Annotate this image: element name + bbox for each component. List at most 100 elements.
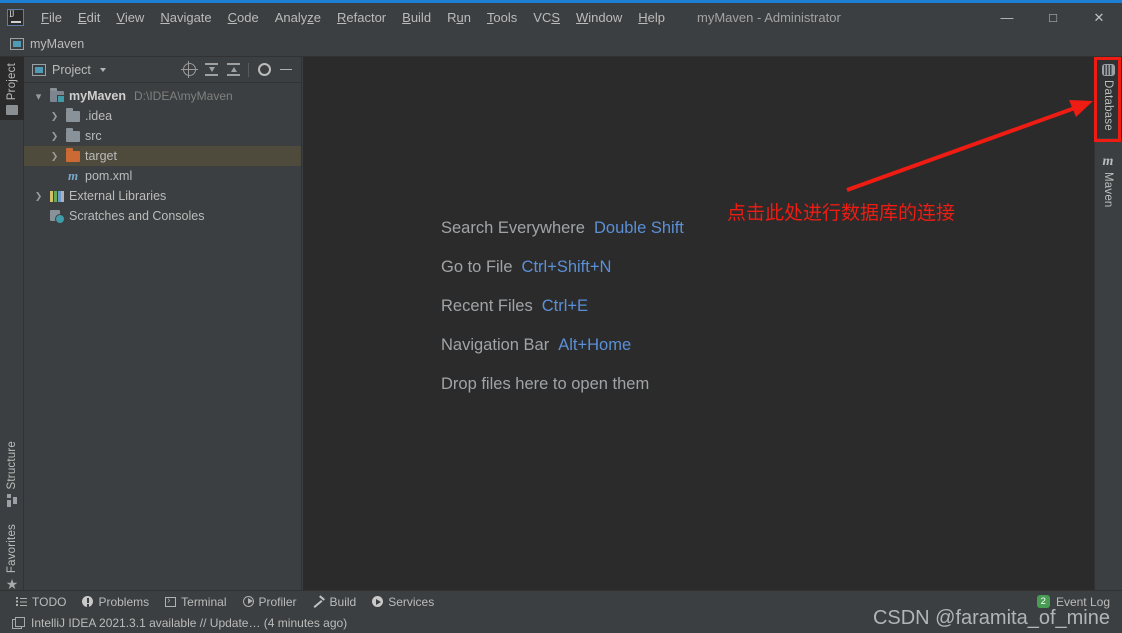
menu-window-mnemonic: W (576, 10, 589, 25)
bottom-item-label: Profiler (258, 594, 297, 609)
chevron-right-icon[interactable] (48, 131, 61, 142)
menu-run-mnemonic: u (456, 10, 464, 25)
status-message-group[interactable]: IntelliJ IDEA 2021.3.1 available // Upda… (12, 616, 347, 630)
sidebar-item-label: Project (6, 63, 18, 101)
window-controls: — □ ✕ (984, 3, 1122, 32)
menu-item-code[interactable]: Code (220, 8, 267, 27)
tree-item-label: Scratches and Consoles (69, 209, 205, 223)
bottom-item-todo[interactable]: TODO (16, 595, 66, 609)
bottom-item-build[interactable]: Build (313, 595, 357, 609)
menu-item-refactor[interactable]: Refactor (329, 8, 394, 27)
menu-tools-mnemonic: T (486, 10, 494, 25)
terminal-icon (165, 595, 177, 607)
panel-settings-button[interactable] (255, 61, 273, 79)
tip-label: Drop files here to open them (441, 375, 650, 393)
bottom-item-problems[interactable]: Problems (82, 595, 149, 609)
tree-row-external-libraries[interactable]: External Libraries (24, 186, 301, 206)
sidebar-item-favorites[interactable]: Favorites ★ (0, 524, 24, 592)
chevron-down-icon (99, 67, 106, 72)
tree-row-idea[interactable]: .idea (24, 106, 301, 126)
menu-item-view[interactable]: View (108, 8, 152, 27)
annotation-text: 点击此处进行数据库的连接 (727, 202, 956, 224)
tree-item-label: .idea (85, 109, 113, 123)
bottom-item-label: Build (329, 594, 357, 609)
tip-label: Navigation Bar (441, 336, 550, 354)
menu-analyze-mnemonic: z (307, 10, 314, 25)
collapse-all-button[interactable] (224, 61, 242, 79)
chevron-right-icon[interactable] (48, 151, 61, 162)
sidebar-item-project[interactable]: Project (0, 57, 24, 121)
expand-all-button[interactable] (202, 61, 220, 79)
tree-row-src[interactable]: src (24, 126, 301, 146)
project-icon (6, 105, 18, 116)
editor-empty-area[interactable]: Search Everywhere Double Shift Go to Fil… (303, 57, 1094, 590)
star-icon: ★ (5, 576, 19, 592)
menu-item-help[interactable]: Help (630, 8, 673, 27)
tip-recent-files: Recent Files Ctrl+E (441, 297, 684, 336)
sidebar-item-database[interactable]: Database (1094, 57, 1122, 138)
minimize-icon (280, 68, 292, 71)
popup-icon (12, 617, 25, 629)
bottom-item-label: Services (388, 594, 435, 609)
sidebar-item-structure[interactable]: Structure (0, 441, 24, 504)
collapse-all-icon (226, 63, 240, 76)
menu-vcs-mnemonic: S (551, 10, 561, 25)
bottom-item-label: Problems (98, 594, 150, 609)
left-tool-window-rail: Project Structure Favorites ★ (0, 57, 24, 592)
tree-item-label: pom.xml (85, 169, 133, 183)
tree-row-scratches-and-consoles[interactable]: Scratches and Consoles (24, 206, 301, 226)
maven-file-icon: m (67, 168, 79, 183)
folder-icon (66, 147, 80, 162)
project-tree: myMaven D:\IDEA\myMaven .idea src target (24, 83, 301, 226)
chevron-right-icon[interactable] (32, 191, 45, 202)
menu-item-tools[interactable]: Tools (479, 8, 525, 27)
tip-label: Search Everywhere (441, 219, 585, 237)
bottom-item-services[interactable]: Services (372, 595, 434, 609)
folder-icon (66, 107, 80, 122)
navbar-project-crumb[interactable]: myMaven (10, 37, 84, 51)
menu-file-mnemonic: F (41, 10, 49, 25)
menu-item-file[interactable]: File (33, 8, 70, 27)
tree-row-mymaven[interactable]: myMaven D:\IDEA\myMaven (24, 86, 301, 106)
select-opened-file-button[interactable] (180, 61, 198, 79)
bottom-item-profiler[interactable]: Profiler (242, 594, 297, 609)
project-panel-title-group[interactable]: Project (32, 63, 106, 77)
services-icon (372, 596, 384, 607)
status-message: IntelliJ IDEA 2021.3.1 available // Upda… (31, 615, 348, 630)
tree-item-label: External Libraries (69, 189, 167, 203)
bottom-item-terminal[interactable]: Terminal (165, 595, 227, 609)
sidebar-item-maven[interactable]: m Maven (1094, 149, 1122, 215)
maximize-button[interactable]: □ (1030, 3, 1076, 32)
menu-item-run[interactable]: Run (439, 8, 479, 27)
menu-edit-mnemonic: E (77, 10, 87, 25)
hide-panel-button[interactable] (277, 61, 295, 79)
profiler-icon (242, 596, 254, 607)
menu-item-build[interactable]: Build (394, 8, 439, 27)
menu-item-window[interactable]: Window (568, 8, 630, 27)
tree-row-pom-xml[interactable]: m pom.xml (24, 166, 301, 186)
chevron-right-icon[interactable] (48, 111, 61, 122)
todo-icon (16, 597, 27, 606)
close-button[interactable]: ✕ (1076, 3, 1122, 32)
intellij-idea-logo-icon (7, 9, 24, 26)
menu-navigate-mnemonic: N (160, 10, 170, 25)
minimize-button[interactable]: — (984, 3, 1030, 32)
tip-shortcut: Alt+Home (558, 336, 632, 354)
bottom-item-label: TODO (32, 594, 67, 609)
menu-item-edit[interactable]: Edit (70, 8, 108, 27)
navbar-project-label: myMaven (30, 37, 85, 51)
scratches-icon (50, 210, 65, 224)
menu-item-navigate[interactable]: Navigate (152, 8, 219, 27)
navigation-bar: myMaven Tomcat 8.5.59 (0, 32, 1122, 86)
tree-row-target[interactable]: target (24, 146, 301, 166)
menu-item-vcs[interactable]: VCS (525, 8, 568, 27)
menu-code-mnemonic: C (227, 10, 238, 25)
menu-item-analyze[interactable]: Analyze (267, 8, 329, 27)
menu-build-mnemonic: B (402, 10, 411, 25)
tree-item-path: D:\IDEA\myMaven (133, 89, 233, 103)
database-icon (1101, 64, 1115, 76)
tree-item-label: src (85, 129, 102, 143)
expand-all-icon (204, 63, 218, 76)
problems-icon (82, 596, 94, 607)
chevron-down-icon[interactable] (32, 90, 45, 103)
